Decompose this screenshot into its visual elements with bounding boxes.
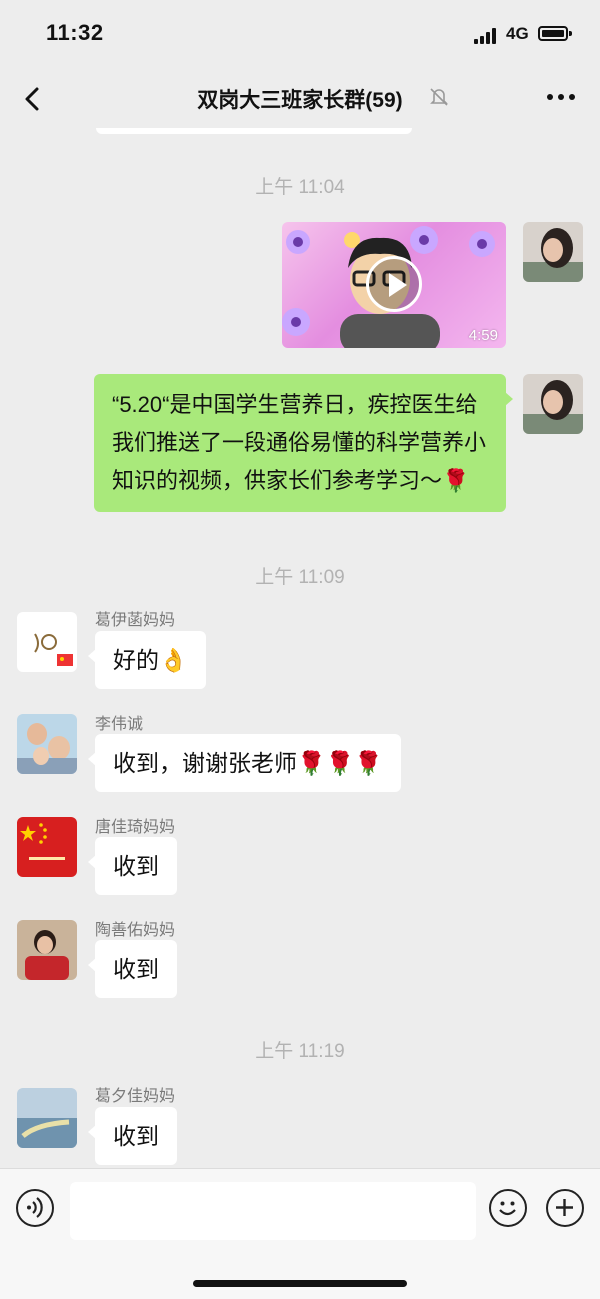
timestamp: 上午 11:04	[255, 177, 345, 198]
voice-icon[interactable]	[16, 1189, 54, 1227]
avatar[interactable]	[523, 222, 583, 282]
timestamp: 上午 11:19	[255, 1041, 345, 1062]
message-input[interactable]	[70, 1182, 476, 1240]
network-type: 4G	[506, 24, 529, 43]
chat-header: 双岗大三班家长群(59)	[0, 70, 600, 128]
home-indicator	[193, 1280, 407, 1287]
message-bubble[interactable]: 好的👌	[88, 631, 206, 689]
chat-messages[interactable]: 上午 11:04 4:59 “5.20“是中国学生营养日，疾控医生给我们推送了一…	[0, 128, 600, 1168]
message-bubble[interactable]: 收到	[88, 837, 177, 895]
more-options-icon[interactable]	[544, 82, 578, 112]
video-duration: 4:59	[468, 327, 498, 344]
avatar[interactable]	[17, 1088, 77, 1148]
emoji-icon[interactable]	[489, 1189, 527, 1227]
bell-slash-icon	[430, 88, 448, 106]
sender-name: 葛夕佳妈妈	[95, 1088, 176, 1105]
previous-message-bubble	[96, 128, 412, 134]
play-button[interactable]	[366, 256, 422, 312]
avatar[interactable]	[17, 817, 77, 877]
sender-name: 陶善佑妈妈	[95, 922, 176, 939]
sender-name: 唐佳琦妈妈	[95, 819, 176, 836]
chat-title: 双岗大三班家长群(59)	[197, 89, 403, 112]
video-message[interactable]: 4:59	[282, 222, 506, 348]
status-bar: 11:32 4G	[0, 0, 600, 70]
message-bubble[interactable]: 收到，谢谢张老师🌹🌹🌹	[88, 734, 401, 792]
message-bubble[interactable]: 收到	[88, 1107, 177, 1165]
status-time: 11:32	[46, 20, 104, 45]
message-bubble[interactable]: “5.20“是中国学生营养日，疾控医生给我们推送了一段通俗易懂的科学营养小知识的…	[94, 374, 513, 512]
timestamp: 上午 11:09	[255, 567, 345, 588]
battery-icon	[538, 26, 572, 41]
signal-icon	[474, 28, 500, 44]
sender-name: 李伟诚	[95, 716, 144, 733]
avatar[interactable]	[17, 920, 77, 980]
sender-name: 葛伊菡妈妈	[95, 612, 176, 629]
avatar[interactable]	[523, 374, 583, 434]
message-bubble[interactable]: 收到	[88, 940, 177, 998]
avatar[interactable]	[17, 714, 77, 774]
avatar[interactable]	[17, 612, 77, 672]
plus-icon[interactable]	[546, 1189, 584, 1227]
